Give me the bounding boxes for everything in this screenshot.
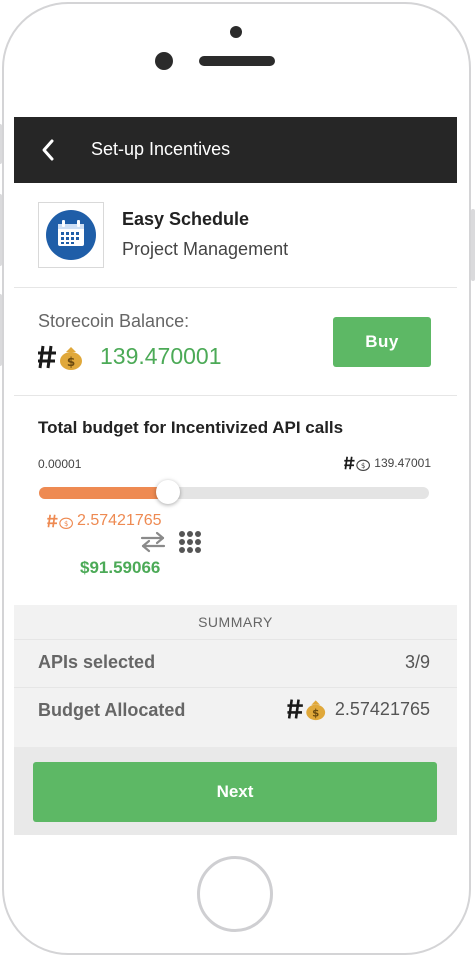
home-button[interactable] — [197, 856, 273, 932]
app-category: Project Management — [122, 239, 289, 259]
speaker-grille — [199, 56, 275, 66]
power-button — [471, 209, 475, 281]
svg-text:$: $ — [312, 708, 319, 720]
grid-dots-icon[interactable] — [178, 530, 202, 554]
silent-switch — [0, 124, 2, 164]
apis-selected-label: APIs selected — [38, 652, 156, 672]
range-max: 139.47001 — [374, 456, 431, 470]
budget-allocated-value: 2.57421765 — [334, 698, 430, 719]
storecoin-icon: $ — [38, 345, 82, 370]
sensor-dot — [230, 26, 242, 38]
storecoin-icon: $ — [287, 699, 326, 721]
footer-bar: Next — [14, 747, 457, 835]
buy-button[interactable]: Buy — [333, 317, 431, 367]
app-icon-frame — [38, 202, 104, 268]
storecoin-icon: $ — [344, 456, 371, 471]
summary-row-budget: Budget Allocated $ 2.57421765 — [14, 687, 457, 734]
camera — [155, 52, 173, 70]
summary-header: SUMMARY — [198, 614, 273, 630]
next-button[interactable]: Next — [33, 762, 437, 822]
storecoin-icon: $ — [47, 514, 73, 529]
balance-section: Storecoin Balance: $ 139.470001 Buy — [14, 288, 457, 396]
svg-text:$: $ — [67, 355, 75, 369]
slider-fill — [39, 487, 168, 499]
svg-text:$: $ — [361, 462, 365, 470]
app-screen: Set-up Incentives Easy Schedule Project … — [14, 117, 457, 835]
apis-selected-value: 3/9 — [404, 652, 430, 672]
svg-text:$: $ — [64, 520, 68, 528]
slider-handle[interactable] — [156, 480, 180, 504]
summary-section: SUMMARY APIs selected 3/9 Budget Allocat… — [14, 605, 457, 747]
page-title: Set-up Incentives — [91, 139, 231, 159]
selected-coin-value: 2.57421765 — [77, 512, 162, 529]
calendar-icon — [46, 210, 96, 260]
balance-value: 139.470001 — [100, 343, 222, 369]
budget-allocated-group: $ 2.57421765 — [287, 697, 430, 721]
chevron-left-icon[interactable] — [40, 137, 56, 163]
selected-coin-group: $ 2.57421765 — [47, 512, 162, 530]
swap-arrows-icon[interactable] — [140, 531, 166, 553]
selected-usd-value: $91.59066 — [80, 558, 161, 577]
budget-title: Total budget for Incentivized API calls — [38, 418, 344, 437]
range-min: 0.00001 — [38, 457, 82, 471]
balance-label: Storecoin Balance: — [38, 311, 190, 331]
volume-down-button — [0, 294, 2, 366]
nav-bar: Set-up Incentives — [14, 117, 457, 183]
range-max-group: $ 139.47001 — [344, 455, 431, 471]
summary-row-apis: APIs selected 3/9 — [14, 639, 457, 686]
volume-up-button — [0, 194, 2, 266]
budget-allocated-label: Budget Allocated — [38, 700, 186, 720]
app-header: Easy Schedule Project Management — [14, 183, 457, 288]
app-name: Easy Schedule — [122, 209, 250, 229]
budget-section: Total budget for Incentivized API calls … — [14, 396, 457, 604]
budget-slider[interactable] — [39, 480, 429, 504]
